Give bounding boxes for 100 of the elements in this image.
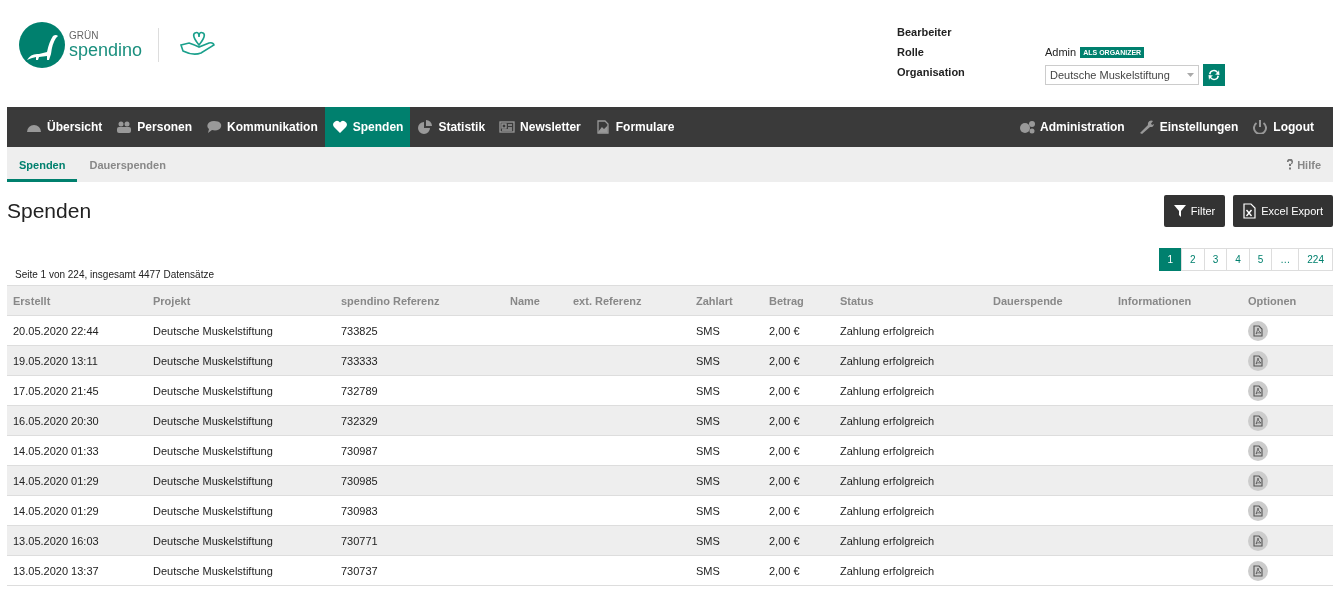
table-cell: Zahlung erfolgreich [840, 384, 935, 397]
table-cell: 13.05.2020 16:03 [13, 534, 99, 547]
pdf-file-icon [1253, 474, 1263, 487]
page-link[interactable]: … [1271, 248, 1300, 271]
table-cell: Zahlung erfolgreich [840, 564, 935, 577]
pdf-download-button[interactable] [1248, 380, 1268, 401]
table-cell: 2,00 € [769, 564, 800, 577]
pdf-file-icon [1253, 564, 1263, 577]
pdf-file-icon [1253, 414, 1263, 427]
pdf-download-button[interactable] [1248, 470, 1268, 491]
pdf-download-button[interactable] [1248, 320, 1268, 341]
table-cell: Zahlung erfolgreich [840, 474, 935, 487]
table-cell: 19.05.2020 13:11 [13, 354, 98, 367]
column-header: Projekt [147, 285, 335, 316]
pdf-file-icon [1253, 384, 1263, 397]
table-cell: 2,00 € [769, 384, 800, 397]
table-cell: 733825 [341, 324, 378, 337]
pdf-file-icon [1253, 354, 1263, 367]
page-link[interactable]: 4 [1226, 248, 1250, 271]
column-header: ext. Referenz [567, 285, 690, 316]
column-header: Name [504, 285, 567, 316]
people-icon [116, 120, 133, 134]
refresh-button[interactable] [1203, 64, 1225, 86]
table-cell: 13.05.2020 13:37 [13, 564, 99, 577]
pdf-download-button[interactable] [1248, 410, 1268, 431]
column-header: spendino Referenz [335, 285, 504, 316]
page-link[interactable]: 2 [1181, 248, 1205, 271]
toolbar-button[interactable]: Excel Export [1233, 194, 1333, 227]
pdf-download-button[interactable] [1248, 530, 1268, 551]
logo-subtitle: GRÜN [69, 31, 100, 41]
table-cell: Deutsche Muskelstiftung [153, 504, 273, 517]
column-header: Dauerspende [987, 285, 1112, 316]
table-cell: Zahlung erfolgreich [840, 534, 935, 547]
nav-tab[interactable]: Kommunikation [199, 107, 325, 147]
nav-tab[interactable]: Spenden [324, 107, 411, 147]
table-cell: SMS [696, 534, 720, 547]
organisation-select[interactable]: Deutsche Muskelstiftung [1045, 65, 1199, 85]
table-cell: 2,00 € [769, 534, 800, 547]
table-cell: Deutsche Muskelstiftung [153, 444, 273, 457]
question-mark-icon [1286, 159, 1295, 170]
nav-link[interactable]: Administration [1012, 107, 1132, 147]
table-cell: 2,00 € [769, 414, 800, 427]
pie-chart-icon [417, 120, 434, 134]
sub-tab[interactable]: Spenden [7, 147, 78, 182]
dinosaur-logo-icon [19, 22, 65, 68]
table-cell: 2,00 € [769, 504, 800, 517]
toolbar-button[interactable]: Filter [1163, 194, 1226, 227]
funnel-icon [1173, 204, 1186, 217]
table-cell: SMS [696, 414, 720, 427]
nav-tab[interactable]: Newsletter [492, 107, 588, 147]
table-cell: 730987 [341, 444, 378, 457]
pdf-file-icon [1253, 504, 1263, 517]
nav-tab[interactable]: Formulare [587, 107, 682, 147]
page-link[interactable]: 5 [1248, 248, 1273, 271]
table-cell: Zahlung erfolgreich [840, 414, 935, 427]
table-cell: Deutsche Muskelstiftung [153, 534, 273, 547]
table-cell: Zahlung erfolgreich [840, 324, 935, 337]
nav-link[interactable]: Logout [1245, 107, 1321, 147]
pdf-download-button[interactable] [1248, 350, 1268, 371]
table-cell: 2,00 € [769, 444, 800, 457]
role-text: Admin [1045, 46, 1077, 58]
info-label: Bearbeiter [897, 25, 953, 40]
info-label: Organisation [897, 65, 966, 80]
table-cell: 2,00 € [769, 474, 800, 487]
page-link[interactable]: 1 [1158, 248, 1183, 271]
table-cell: Deutsche Muskelstiftung [153, 324, 273, 337]
info-label: Rolle [897, 45, 925, 60]
column-header: Betrag [763, 285, 834, 316]
table-cell: 2,00 € [769, 354, 800, 367]
nav-tab[interactable]: Statistik [410, 107, 493, 147]
table-cell: SMS [696, 384, 720, 397]
table-cell: SMS [696, 504, 720, 517]
nav-link[interactable]: Einstellungen [1131, 107, 1246, 147]
table-cell: 730985 [341, 474, 378, 487]
table-cell: 14.05.2020 01:29 [13, 474, 99, 487]
table-cell: 732789 [341, 384, 378, 397]
table-cell: Deutsche Muskelstiftung [153, 474, 273, 487]
page-link[interactable]: 224 [1298, 248, 1333, 271]
refresh-icon [1207, 68, 1221, 82]
table-cell: 732329 [341, 414, 378, 427]
table-cell: Deutsche Muskelstiftung [153, 414, 273, 427]
logo-wordmark: spendino [69, 41, 143, 59]
nav-tab[interactable]: Übersicht [19, 107, 110, 147]
table-cell: SMS [696, 324, 720, 337]
column-header: Optionen [1242, 285, 1333, 316]
pdf-download-button[interactable] [1248, 440, 1268, 461]
table-cell: Deutsche Muskelstiftung [153, 564, 273, 577]
caret-icon [1187, 73, 1194, 77]
pdf-download-button[interactable] [1248, 560, 1268, 581]
column-header: Zahlart [690, 285, 763, 316]
table-cell: Zahlung erfolgreich [840, 354, 935, 367]
spreadsheet-file-icon [1243, 202, 1257, 219]
pdf-file-icon [1253, 534, 1263, 547]
page-link[interactable]: 3 [1203, 248, 1228, 271]
pdf-download-button[interactable] [1248, 500, 1268, 521]
power-icon [1252, 120, 1269, 134]
table-cell: 730771 [341, 534, 378, 547]
nav-tab[interactable]: Personen [109, 107, 200, 147]
page-title: Spenden [7, 198, 92, 223]
pdf-file-icon [1253, 444, 1263, 457]
